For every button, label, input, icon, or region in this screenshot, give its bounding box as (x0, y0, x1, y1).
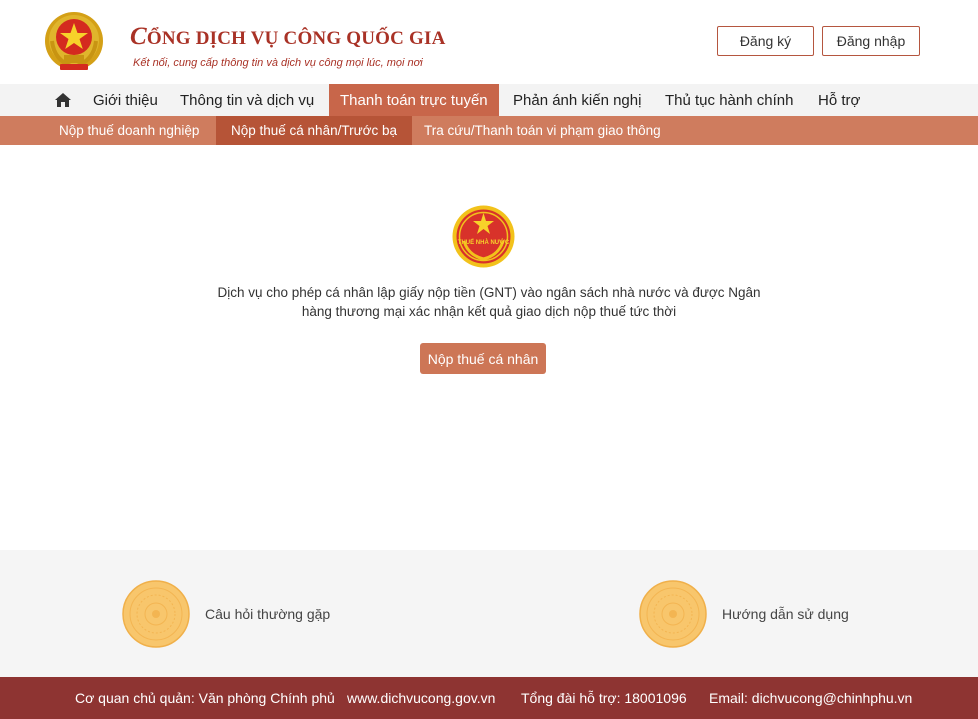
footer-agency: Cơ quan chủ quản: Văn phòng Chính phủ (75, 690, 335, 706)
help-links: Câu hỏi thường gặp Hướng dẫn sử dụng (0, 550, 978, 677)
main-nav: Giới thiệu Thông tin và dịch vụ Thanh to… (0, 84, 978, 116)
nav-item-admin-procedures[interactable]: Thủ tục hành chính (665, 84, 793, 116)
nav-item-introduction[interactable]: Giới thiệu (93, 84, 158, 116)
medallion-icon (639, 580, 707, 648)
nav-item-support[interactable]: Hỗ trợ (818, 84, 860, 116)
main-content: THUẾ NHÀ NƯỚC Dịch vụ cho phép cá nhân l… (0, 145, 978, 550)
home-icon[interactable] (54, 92, 72, 108)
brand-title: CỔNG DỊCH VỤ CÔNG QUỐC GIA (130, 12, 446, 62)
description-line-2: hàng thương mại xác nhận kết quả giao dị… (301, 304, 677, 319)
nav-item-feedback[interactable]: Phản ánh kiến nghị (513, 84, 641, 116)
user-guide-label: Hướng dẫn sử dụng (722, 606, 849, 622)
pay-personal-tax-button[interactable]: Nộp thuế cá nhân (420, 343, 546, 374)
brand[interactable]: CỔNG DỊCH VỤ CÔNG QUỐC GIA Kết nối, cung… (130, 12, 446, 69)
tax-emblem-icon: THUẾ NHÀ NƯỚC (452, 205, 515, 268)
site-footer: Cơ quan chủ quản: Văn phòng Chính phủ ww… (0, 677, 978, 719)
medallion-icon (122, 580, 190, 648)
nav-item-online-payment[interactable]: Thanh toán trực tuyến (329, 84, 499, 116)
site-header: CỔNG DỊCH VỤ CÔNG QUỐC GIA Kết nối, cung… (0, 0, 978, 84)
footer-hotline: Tổng đài hỗ trợ: 18001096 (521, 690, 687, 706)
footer-email-link[interactable]: Email: dichvucong@chinhphu.vn (709, 677, 912, 719)
user-guide-link[interactable]: Hướng dẫn sử dụng (639, 579, 849, 649)
subnav-item-personal-tax[interactable]: Nộp thuế cá nhân/Trước bạ (216, 116, 412, 145)
brand-subtitle: Kết nối, cung cấp thông tin và dịch vụ c… (133, 57, 423, 69)
tax-emblem-text: THUẾ NHÀ NƯỚC (458, 238, 510, 246)
faq-link[interactable]: Câu hỏi thường gặp (122, 579, 330, 649)
nav-item-info-services[interactable]: Thông tin và dịch vụ (180, 84, 314, 116)
login-button[interactable]: Đăng nhập (822, 26, 920, 56)
subnav-item-business-tax[interactable]: Nộp thuế doanh nghiệp (59, 116, 199, 145)
register-button[interactable]: Đăng ký (717, 26, 814, 56)
brand-title-initial: C (130, 23, 147, 50)
service-description: Dịch vụ cho phép cá nhân lập giấy nộp ti… (200, 283, 778, 321)
sub-nav: Nộp thuế doanh nghiệp Nộp thuế cá nhân/T… (0, 116, 978, 145)
subnav-item-traffic-violation[interactable]: Tra cứu/Thanh toán vi phạm giao thông (424, 116, 661, 145)
footer-website-link[interactable]: www.dichvucong.gov.vn (347, 677, 495, 719)
national-emblem-icon[interactable] (44, 11, 104, 73)
brand-title-rest: ỔNG DỊCH VỤ CÔNG QUỐC GIA (146, 28, 446, 49)
description-line-1: Dịch vụ cho phép cá nhân lập giấy nộp ti… (217, 285, 761, 300)
faq-label: Câu hỏi thường gặp (205, 606, 331, 622)
